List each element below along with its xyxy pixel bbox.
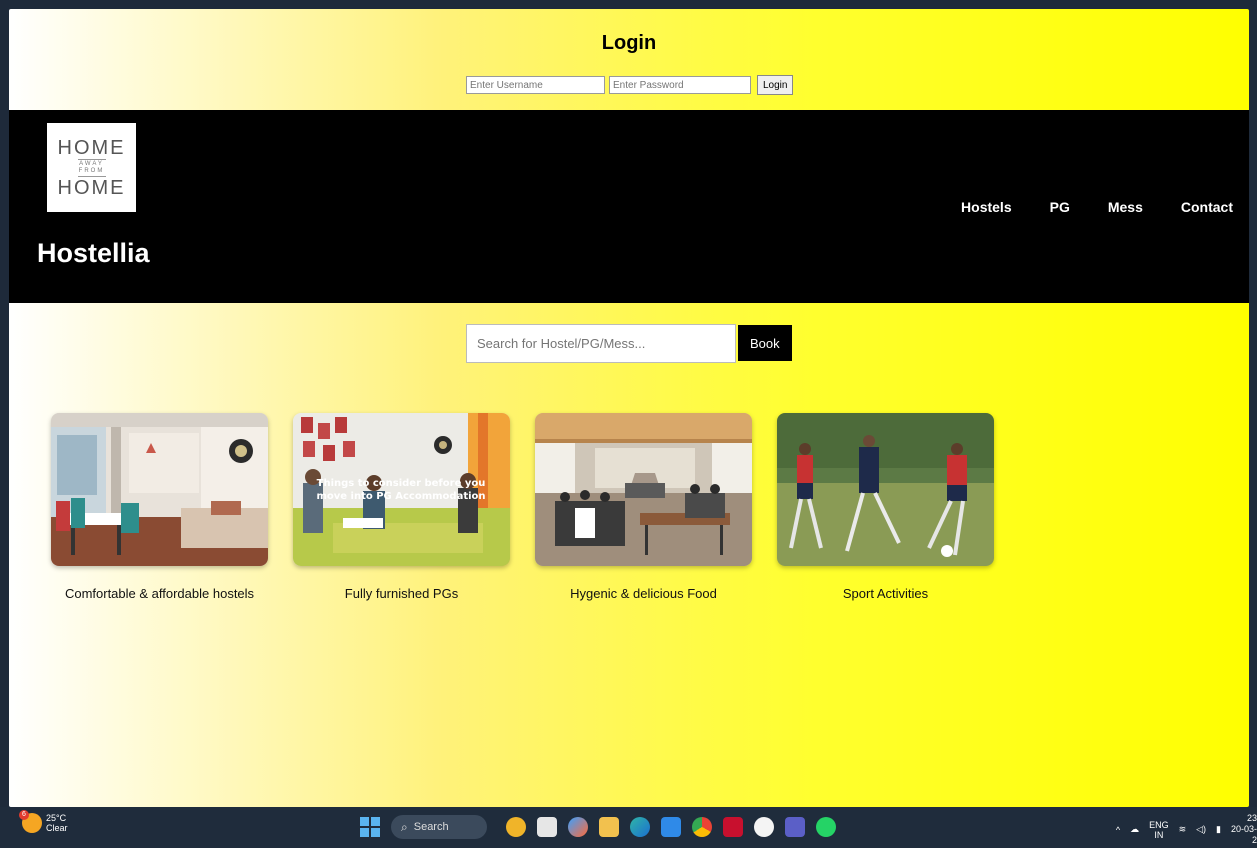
site-header: HOME AWAY FROM HOME Hostellia Hostels PG… — [9, 110, 1249, 303]
nav-contact[interactable]: Contact — [1181, 199, 1233, 215]
clock-date: 20-03-2 — [1231, 824, 1257, 845]
browser-page: Login Login HOME AWAY FROM HOME Hostelli… — [9, 9, 1249, 807]
wifi-icon[interactable]: ≋ — [1179, 824, 1187, 835]
nav-mess[interactable]: Mess — [1108, 199, 1143, 215]
ms-store-icon[interactable] — [661, 817, 681, 837]
search-bar: Book — [466, 324, 792, 363]
main-nav: Hostels PG Mess Contact — [961, 199, 1249, 215]
copilot-icon[interactable] — [568, 817, 588, 837]
login-form: Login — [466, 75, 794, 95]
nav-hostels[interactable]: Hostels — [961, 199, 1012, 215]
football-players-photo — [777, 413, 994, 566]
file-explorer-icon[interactable] — [599, 817, 619, 837]
language-indicator[interactable]: ENG IN — [1149, 820, 1169, 840]
teams-icon[interactable] — [785, 817, 805, 837]
logo-line-2: AWAY — [79, 160, 104, 167]
system-tray: ^ ☁ ENG IN ≋ ◁) ▮ 23 20-03-2 — [1116, 813, 1257, 846]
nav-pg[interactable]: PG — [1050, 199, 1070, 215]
weather-sun-icon: 6 — [19, 810, 42, 833]
battery-icon[interactable]: ▮ — [1216, 824, 1221, 835]
mcafee-icon[interactable] — [723, 817, 743, 837]
logo-line-1: HOME — [57, 136, 126, 159]
login-button[interactable]: Login — [757, 75, 794, 95]
card-sports[interactable]: Sport Activities — [777, 413, 994, 601]
login-bar: Login Login — [9, 9, 1249, 110]
search-icon: ⌕ — [401, 819, 408, 834]
clock[interactable]: 23 20-03-2 — [1231, 813, 1257, 846]
logo-line-4: HOME — [57, 176, 126, 199]
username-input[interactable] — [466, 76, 605, 94]
brand-name: Hostellia — [37, 238, 150, 268]
card-caption: Sport Activities — [842, 586, 929, 601]
card-caption: Hygenic & delicious Food — [570, 586, 717, 601]
onedrive-icon[interactable]: ☁ — [1130, 824, 1139, 835]
weather-temp: 25°C — [46, 813, 67, 823]
svg-text:Things to consider before you: Things to consider before you — [317, 478, 486, 489]
chrome-icon[interactable] — [692, 817, 712, 837]
volume-icon[interactable]: ◁) — [1196, 824, 1206, 835]
taskbar-apps: ⌕ Search — [360, 815, 836, 839]
card-food[interactable]: Hygenic & delicious Food — [535, 413, 752, 601]
svg-text:move into PG Accommodation: move into PG Accommodation — [316, 491, 485, 502]
book-button[interactable]: Book — [738, 325, 792, 361]
logo-line-3: FROM — [78, 167, 105, 174]
whatsapp-icon[interactable] — [816, 817, 836, 837]
mess-hall-photo — [535, 413, 752, 566]
weather-badge: 6 — [19, 810, 29, 820]
hostel-room-photo — [51, 413, 268, 566]
taskbar-search-label: Search — [413, 821, 449, 833]
card-hostels[interactable]: Comfortable & affordable hostels — [51, 413, 268, 601]
card-caption: Fully furnished PGs — [344, 586, 459, 601]
lang-line-2: IN — [1154, 829, 1164, 840]
windows-start-icon[interactable] — [360, 817, 380, 837]
password-input[interactable] — [609, 76, 751, 94]
ubisoft-icon[interactable] — [754, 817, 774, 837]
feature-cards: Comfortable & affordable hostels Things … — [51, 413, 994, 601]
taskbar-search[interactable]: ⌕ Search — [391, 815, 487, 839]
weather-condition: Clear — [46, 823, 68, 833]
login-title: Login — [601, 32, 657, 54]
pg-common-room-photo: Things to consider before you move into … — [293, 413, 510, 566]
weather-widget[interactable]: 6 25°C Clear — [19, 810, 68, 833]
clock-time: 23 — [1246, 813, 1257, 823]
chevron-up-icon[interactable]: ^ — [1116, 825, 1120, 835]
search-input[interactable] — [466, 324, 736, 363]
logo-rule — [77, 158, 106, 160]
widgets-icon[interactable] — [506, 817, 526, 837]
card-caption: Comfortable & affordable hostels — [64, 586, 255, 601]
windows-taskbar: 6 25°C Clear ⌕ Search ^ ☁ ENG IN ≋ ◁) ▮ … — [0, 807, 1257, 848]
task-view-icon[interactable] — [537, 817, 557, 837]
edge-browser-icon[interactable] — [630, 817, 650, 837]
lang-line-1: ENG — [1149, 819, 1169, 830]
home-away-from-home-logo[interactable]: HOME AWAY FROM HOME — [47, 123, 136, 212]
card-pgs[interactable]: Things to consider before you move into … — [293, 413, 510, 601]
